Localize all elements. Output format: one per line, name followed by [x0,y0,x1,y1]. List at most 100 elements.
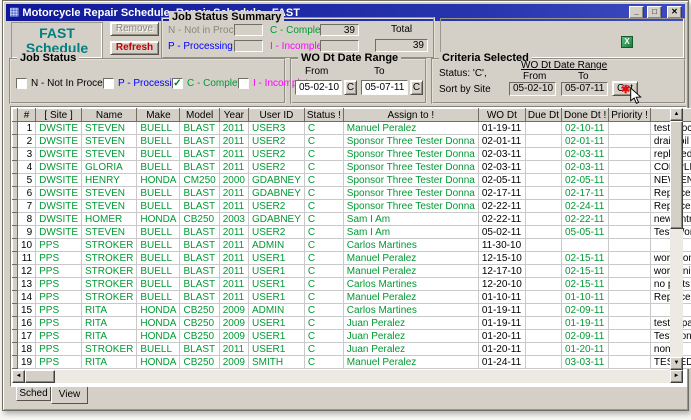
to-date-input[interactable]: 05-07-11 [361,80,408,95]
cell: USER1 [248,251,305,265]
column-header[interactable]: [ Site ] [35,108,83,122]
horizontal-scroll-thumb[interactable] [25,370,55,383]
excel-export-icon[interactable]: X [621,36,633,48]
cell: CB250 [179,329,220,343]
scroll-up-icon[interactable]: ▲ [670,108,683,121]
tab-sched[interactable]: Sched [16,387,51,401]
refresh-button[interactable]: Refresh [110,41,159,55]
criteria-status: Status: 'C', [439,68,487,79]
cell: 02-09-11 [561,303,610,317]
vertical-scroll-thumb[interactable] [670,121,683,229]
table-row[interactable]: 9 DWSITE STEVEN BUELL BLAST 2011 USER2 C Sam I A… [12,225,691,239]
cell: USER2 [248,199,305,213]
table-row[interactable]: 10 PPS STROKER BUELL BLAST 2011 ADMIN C Carlos M… [12,238,691,252]
cell: 7 [17,199,37,213]
table-row[interactable]: 11 PPS STROKER BUELL BLAST 2011 USER1 C Manuel P… [12,251,691,265]
cell: 01-19-11 [561,316,610,330]
table-row[interactable]: 15 PPS RITA HONDA CB250 2009 ADMIN C Carlos Mart… [12,303,691,317]
cell: PPS [35,342,83,356]
cell: C [304,238,344,252]
table-row[interactable]: 5 DWSITE HENRY HONDA CM250 2000 GDABNEY C Sponso… [12,173,691,187]
table-row[interactable]: 18 PPS STROKER BUELL BLAST 2011 USER1 C Juan Per… [12,342,691,356]
cell: 03-03-11 [561,355,610,369]
cell: BLAST [179,134,220,148]
table-row[interactable]: 6 DWSITE STEVEN BUELL BLAST 2011 GDABNEY C Spons… [12,186,691,200]
column-header[interactable]: Assign to ! [342,108,479,122]
cell: 01-20-11 [478,342,526,356]
column-header[interactable]: Due Dt [524,108,563,122]
cell: 2011 [219,160,249,174]
tab-view[interactable]: View [51,387,88,404]
cell [608,212,651,226]
table-row[interactable]: 14 PPS STROKER BUELL BLAST 2011 USER1 C Manuel P… [12,290,691,304]
app-icon: ▦ [9,6,20,18]
cell: DWSITE [35,212,83,226]
cell: 2011 [219,186,249,200]
column-header[interactable]: Year [218,108,249,122]
column-header[interactable]: Make [136,108,181,122]
criteria-sort: Sort by Site [439,84,491,95]
cell [525,121,563,135]
column-header[interactable]: Model [179,108,220,122]
get-button[interactable]: Get [612,81,638,96]
checkbox-not-in-process[interactable]: N - Not In Process [16,78,113,89]
scroll-down-icon[interactable]: ▼ [670,357,683,370]
table-row[interactable]: 8 DWSITE HOMER HONDA CB250 2003 GDABNEY C Sam I … [12,212,691,226]
cell: Juan Peralez [343,316,479,330]
cell [525,264,563,278]
cell: 5 [17,173,37,187]
checkbox-box[interactable] [16,78,27,89]
cell: DWSITE [35,173,83,187]
checkbox-complete[interactable]: ✓ C - Complete [172,78,246,89]
cell: BUELL [136,160,181,174]
cell [525,134,563,148]
table-row[interactable]: 7 DWSITE STEVEN BUELL BLAST 2011 USER2 C Sponsor… [12,199,691,213]
cell: BLAST [179,186,220,200]
cell: C [304,173,344,187]
cell: USER1 [248,329,305,343]
column-header[interactable]: Done Dt ! [560,108,610,122]
cell: 2009 [219,355,249,369]
cell [608,316,651,330]
table-row[interactable]: 1 DWSITE STEVEN BUELL BLAST 2011 USER3 C Manuel … [12,121,691,135]
checkbox-processing[interactable]: P - Processing [103,78,183,89]
column-header[interactable]: Name [81,108,138,122]
remove-button[interactable]: Remove [110,22,159,36]
cell: Sam I Am [343,212,479,226]
checkbox-box[interactable] [238,78,249,89]
cell: ADMIN [248,303,305,317]
vertical-scrollbar[interactable]: ▲ ▼ [670,108,683,370]
table-row[interactable]: 2 DWSITE STEVEN BUELL BLAST 2011 USER2 C Sponsor… [12,134,691,148]
table-row[interactable]: 12 PPS STROKER BUELL BLAST 2011 USER1 C Manuel P… [12,264,691,278]
column-header[interactable]: User ID [247,108,305,122]
cell: HONDA [136,329,181,343]
scroll-left-icon[interactable]: ◄ [12,370,25,383]
checkbox-box[interactable]: ✓ [172,78,183,89]
horizontal-scrollbar[interactable]: ◄ ► [12,370,683,383]
table-row[interactable]: 17 PPS RITA HONDA CB250 2009 USER1 C Juan Perale… [12,329,691,343]
table-row[interactable]: 13 PPS STROKER BUELL BLAST 2011 USER1 C Carlos M… [12,277,691,291]
cell: 05-05-11 [561,225,610,239]
criteria-from-label: From [523,71,547,82]
checkbox-box[interactable] [103,78,114,89]
table-row[interactable]: 16 PPS RITA HONDA CB250 2009 USER1 C Juan Perale… [12,316,691,330]
cell [525,212,563,226]
column-header[interactable]: Priority ! [608,108,651,122]
from-calendar-button[interactable]: C [344,80,357,95]
cell: STEVEN [81,147,138,161]
to-calendar-button[interactable]: C [410,80,423,95]
column-header[interactable]: Status ! [303,108,344,122]
table-row[interactable]: 3 DWSITE STEVEN BUELL BLAST 2011 USER2 C Sponsor… [12,147,691,161]
cell: C [304,264,344,278]
column-header[interactable]: # [16,108,37,122]
criteria-from-value: 05-02-10 [509,82,556,96]
cell [608,290,651,304]
from-date-input[interactable]: 05-02-10 [295,80,342,95]
column-header[interactable]: WO Dt [477,108,526,122]
table-row[interactable]: 19 PPS RITA HONDA CB250 2009 SMITH C Manuel Pera… [12,355,691,369]
scroll-right-icon[interactable]: ► [670,370,683,383]
cell: 2011 [219,277,249,291]
cell: PPS [35,277,83,291]
cell: BUELL [136,225,181,239]
table-row[interactable]: 4 DWSITE GLORIA BUELL BLAST 2011 USER2 C Sponsor… [12,160,691,174]
